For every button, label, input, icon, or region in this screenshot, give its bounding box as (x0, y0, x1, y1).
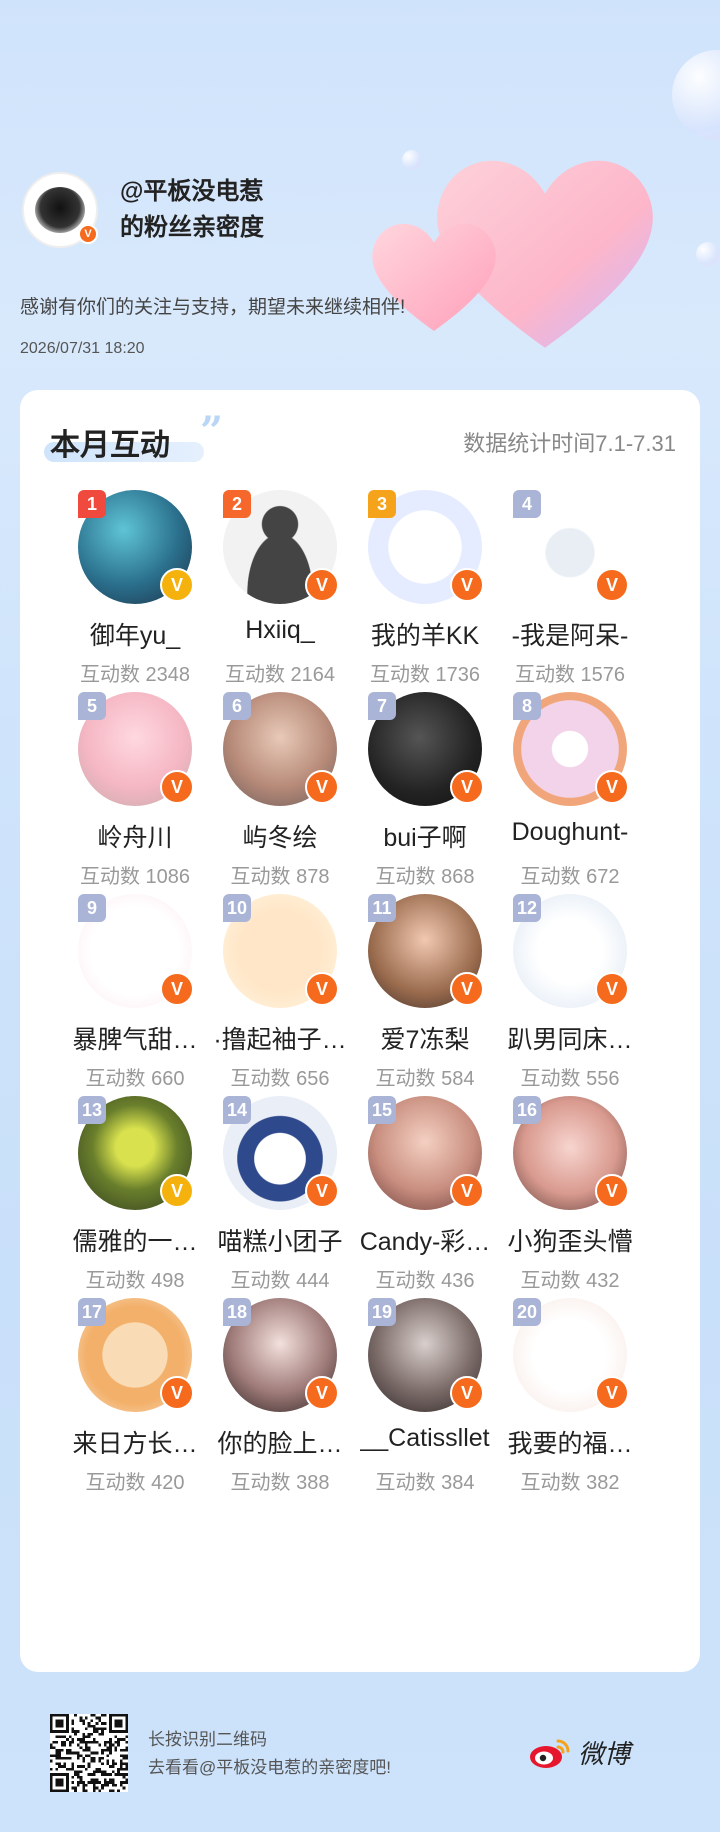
fan-avatar-wrap: 12 V (513, 894, 629, 1008)
verified-icon: V (305, 972, 339, 1006)
thanks-message: 感谢有你们的关注与支持，期望未来继续相伴! (20, 297, 406, 318)
verified-icon: V (160, 972, 194, 1006)
verified-icon: V (595, 770, 629, 804)
profile-header: V @平板没电惹 的粉丝亲密度 (22, 172, 264, 248)
timestamp: 2026/07/31 18:20 (20, 340, 145, 357)
interaction-count: 互动数 1576 (514, 664, 626, 686)
interaction-count: 互动数 672 (520, 866, 620, 888)
rank-badge: 17 (78, 1298, 106, 1326)
monthly-interaction-card: 本月互动 ” 数据统计时间7.1-7.31 1 V 御年yu_ 互动数 2348 2 V H… (20, 390, 700, 1672)
fan-avatar-wrap: 7V (368, 692, 484, 806)
verified-icon: V (595, 972, 629, 1006)
fan-item[interactable]: 16 V 小狗歪头懵互动数 432 (485, 1096, 655, 1332)
owner-avatar[interactable]: V (22, 172, 98, 248)
verified-icon: V (595, 1376, 629, 1410)
fan-avatar-wrap: 5V (78, 692, 194, 806)
qr-code-icon[interactable] (50, 1714, 128, 1792)
rank-badge: 2 (223, 490, 251, 518)
fan-item[interactable]: 12 V 趴男同床… 互动数 556 (485, 894, 655, 1130)
rank-badge: 9 (78, 894, 106, 922)
fan-name[interactable]: Doughunt- (485, 818, 655, 847)
verified-icon: V (160, 1376, 194, 1410)
weibo-brand: 微博 (528, 1734, 630, 1771)
rank-badge: 5 (78, 692, 106, 720)
fan-avatar-wrap: 4V (513, 490, 629, 604)
interaction-count: 互动数 556 (520, 1068, 620, 1090)
rank-badge: 11 (368, 894, 396, 922)
owner-handle[interactable]: @平板没电惹 (120, 174, 264, 210)
card-title: 本月互动 (50, 429, 170, 462)
verified-icon: V (595, 568, 629, 602)
verified-icon: V (450, 1376, 484, 1410)
brand-label: 微博 (578, 1739, 631, 1769)
bubble-decoration (696, 242, 720, 266)
heart-decoration-small (372, 223, 496, 331)
footer-line-2: 去看看@平板没电惹的亲密度吧! (148, 1758, 391, 1777)
verified-icon: V (450, 568, 484, 602)
fan-item[interactable]: 20 V 我要的福… 互动数 382 (485, 1298, 655, 1534)
fan-avatar-wrap: 19 V (368, 1298, 484, 1412)
interaction-count: 互动数 382 (520, 1472, 620, 1494)
fan-avatar-wrap: 10 V (223, 894, 339, 1008)
fan-avatar-wrap: 14 V (223, 1096, 339, 1210)
fan-avatar-wrap: 13 V (78, 1096, 194, 1210)
fan-avatar-wrap: 2V (223, 490, 339, 604)
footer-text: 长按识别二维码 去看看@平板没电惹的亲密度吧! (148, 1726, 391, 1782)
interaction-count: 互动数 432 (520, 1270, 620, 1292)
verified-icon: V (450, 1174, 484, 1208)
rank-badge: 16 (513, 1096, 541, 1124)
rank-badge: 4 (513, 490, 541, 518)
fan-name[interactable]: 趴男同床… (485, 1020, 655, 1056)
verified-icon: V (450, 972, 484, 1006)
title-subline: 的粉丝亲密度 (120, 214, 264, 241)
verified-icon: V (78, 224, 98, 244)
fan-item[interactable]: 8 V Doughunt- 互动数 672 (485, 692, 655, 928)
verified-icon: V (160, 770, 194, 804)
verified-icon: V (450, 770, 484, 804)
rank-badge: 12 (513, 894, 541, 922)
rank-badge: 20 (513, 1298, 541, 1326)
verified-icon: V (160, 568, 194, 602)
footer-line-1: 长按识别二维码 (148, 1730, 267, 1749)
bubble-decoration (672, 50, 720, 140)
fan-item[interactable]: 4 V -我是阿呆- 互动数 1576 (485, 490, 655, 726)
verified-icon: V (305, 1174, 339, 1208)
verified-icon: V (305, 770, 339, 804)
fan-name[interactable]: 小狗歪头懵 (485, 1222, 655, 1258)
bubble-decoration (402, 150, 422, 170)
rank-badge: 1 (78, 490, 106, 518)
fan-avatar-wrap: 8V (513, 692, 629, 806)
rank-badge: 6 (223, 692, 251, 720)
rank-badge: 3 (368, 490, 396, 518)
verified-icon: V (305, 568, 339, 602)
fan-avatar-wrap: 9V (78, 894, 194, 1008)
fan-avatar-wrap: 18 V (223, 1298, 339, 1412)
fan-avatar-wrap: 6V (223, 692, 339, 806)
fan-avatar-wrap: 20 V (513, 1298, 629, 1412)
fan-avatar-wrap: 15 V (368, 1096, 484, 1210)
rank-badge: 14 (223, 1096, 251, 1124)
rank-badge: 8 (513, 692, 541, 720)
share-footer: 长按识别二维码 去看看@平板没电惹的亲密度吧! 微博 (0, 1690, 720, 1832)
fan-name[interactable]: -我是阿呆- (485, 616, 655, 652)
fan-avatar-wrap: 16 V (513, 1096, 629, 1210)
rank-badge: 13 (78, 1096, 106, 1124)
rank-badge: 10 (223, 894, 251, 922)
stats-date-range: 数据统计时间7.1-7.31 (463, 431, 676, 456)
rank-badge: 15 (368, 1096, 396, 1124)
weibo-logo-icon (530, 1739, 570, 1768)
verified-icon: V (160, 1174, 194, 1208)
fan-avatar-wrap: 3V (368, 490, 484, 604)
fan-avatar-wrap: 11 V (368, 894, 484, 1008)
rank-badge: 18 (223, 1298, 251, 1326)
fan-avatar-wrap: 17 V (78, 1298, 194, 1412)
verified-icon: V (305, 1376, 339, 1410)
rank-badge: 7 (368, 692, 396, 720)
rank-badge: 19 (368, 1298, 396, 1326)
verified-icon: V (595, 1174, 629, 1208)
quote-icon: ” (200, 408, 224, 455)
fan-avatar-wrap: 1V (78, 490, 194, 604)
fan-name[interactable]: 我要的福… (485, 1424, 655, 1460)
page-title: @平板没电惹 的粉丝亲密度 (120, 174, 264, 246)
